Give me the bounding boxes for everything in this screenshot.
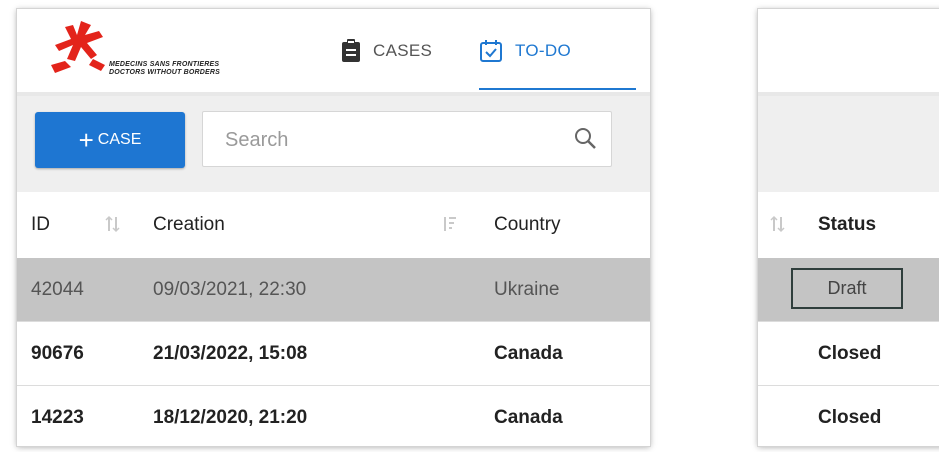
- column-header-id[interactable]: ID: [31, 192, 50, 258]
- tab-todo[interactable]: TO-DO: [479, 9, 636, 92]
- column-header-creation[interactable]: Creation: [153, 192, 225, 258]
- sort-icon[interactable]: [105, 215, 121, 233]
- table-row[interactable]: Closed: [758, 386, 939, 446]
- cell-country: Canada: [494, 406, 563, 428]
- checkbox-calendar-icon: [480, 39, 502, 62]
- cell-status: Closed: [818, 406, 882, 428]
- table-row[interactable]: 42044 09/03/2021, 22:30 Ukraine: [17, 258, 650, 322]
- app-header: MEDECINS SANS FRONTIERES DOCTORS WITHOUT…: [17, 9, 650, 92]
- logo-line-2: DOCTORS WITHOUT BORDERS: [109, 69, 221, 76]
- table-header-right: Status: [758, 192, 939, 258]
- sort-desc-icon[interactable]: [441, 215, 457, 233]
- cell-status: Closed: [818, 342, 882, 364]
- table-row[interactable]: Draft: [758, 258, 939, 322]
- active-tab-indicator: [479, 88, 636, 90]
- status-badge: Draft: [791, 268, 903, 309]
- sort-icon[interactable]: [770, 215, 786, 233]
- logo-line-1: MEDECINS SANS FRONTIERES: [109, 61, 220, 68]
- tab-todo-label: TO-DO: [515, 40, 571, 60]
- cell-creation: 21/03/2022, 15:08: [153, 342, 308, 364]
- tab-cases-label: CASES: [373, 40, 433, 60]
- table-row[interactable]: Closed: [758, 322, 939, 386]
- search-input[interactable]: [223, 112, 557, 168]
- table-header: ID Creation Country: [17, 192, 650, 258]
- clipboard-icon: [342, 38, 360, 62]
- column-header-status[interactable]: Status: [818, 192, 876, 258]
- toolbar-right: [758, 96, 939, 192]
- cell-id: 14223: [31, 406, 84, 428]
- add-case-label: CASE: [97, 131, 142, 148]
- app-header-right: [758, 9, 939, 92]
- cell-country: Ukraine: [494, 278, 560, 300]
- column-header-country[interactable]: Country: [494, 192, 561, 258]
- cases-panel-right: Status Draft Closed Closed: [758, 9, 939, 446]
- add-case-button[interactable]: + CASE: [35, 112, 185, 168]
- cell-creation: 09/03/2021, 22:30: [153, 278, 307, 300]
- cell-id: 42044: [31, 278, 84, 300]
- column-label-id: ID: [31, 214, 50, 235]
- cases-panel-left: MEDECINS SANS FRONTIERES DOCTORS WITHOUT…: [17, 9, 650, 446]
- cell-country: Canada: [494, 342, 563, 364]
- tab-cases[interactable]: CASES: [341, 9, 432, 92]
- msf-logo[interactable]: MEDECINS SANS FRONTIERES DOCTORS WITHOUT…: [45, 21, 275, 83]
- table-row[interactable]: 90676 21/03/2022, 15:08 Canada: [17, 322, 650, 386]
- toolbar: + CASE: [17, 96, 650, 192]
- cell-creation: 18/12/2020, 21:20: [153, 406, 308, 428]
- column-label-status: Status: [818, 214, 877, 235]
- column-label-country: Country: [494, 214, 561, 235]
- search-icon[interactable]: [573, 126, 599, 152]
- search-box: [202, 111, 612, 168]
- column-label-creation: Creation: [153, 214, 225, 235]
- cell-id: 90676: [31, 342, 84, 364]
- plus-icon: +: [78, 125, 94, 155]
- table-row[interactable]: 14223 18/12/2020, 21:20 Canada: [17, 386, 650, 446]
